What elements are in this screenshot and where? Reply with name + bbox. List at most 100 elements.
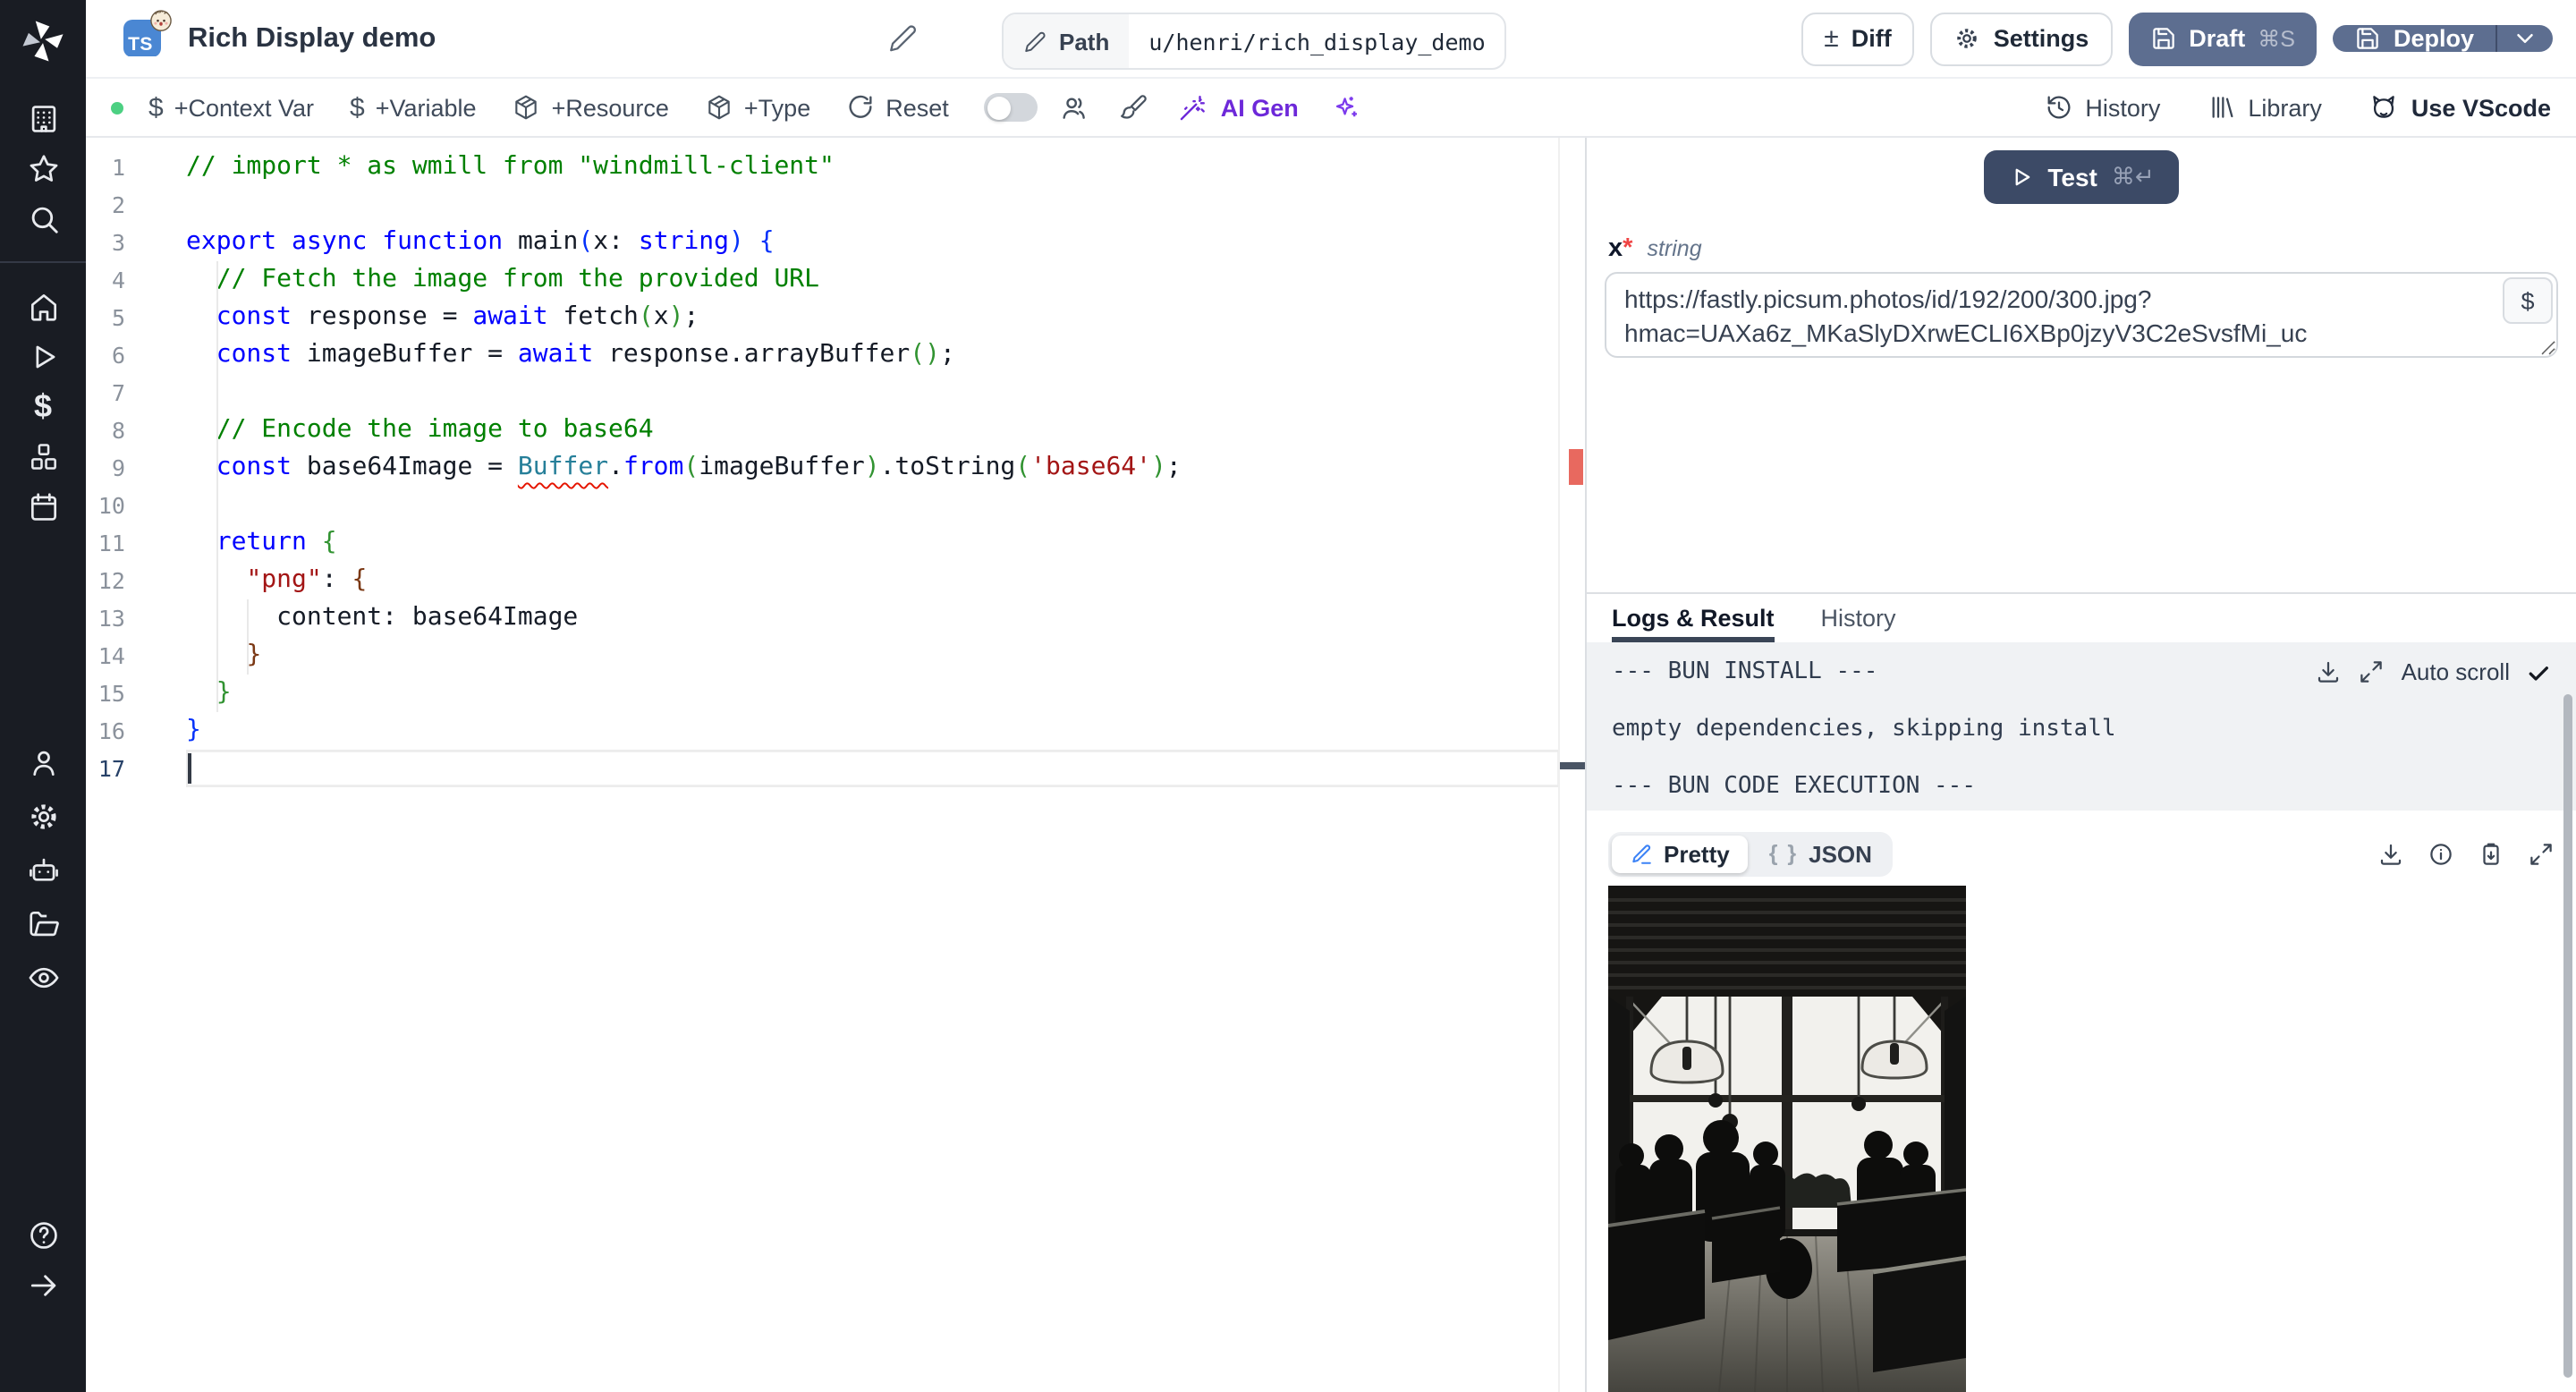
sidebar-item-users[interactable] — [16, 736, 70, 790]
deploy-button[interactable]: Deploy — [2333, 25, 2496, 52]
dollar-icon: $ — [33, 387, 52, 423]
windmill-logo-icon[interactable] — [20, 18, 66, 64]
ai-gen-button[interactable]: AI Gen — [1178, 92, 1299, 123]
copy-result-button[interactable] — [2478, 840, 2504, 867]
view-mode-pretty[interactable]: Pretty — [1612, 835, 1748, 872]
test-shortcut: ⌘↵ — [2111, 163, 2155, 190]
line-content: export async function main(x: string) { — [186, 227, 775, 256]
sidebar-item-favorites[interactable] — [16, 143, 70, 193]
tab-logs-and-result[interactable]: Logs & Result — [1612, 594, 1775, 642]
sidebar-item-runs[interactable] — [16, 331, 70, 381]
tab-history[interactable]: History — [1821, 594, 1896, 642]
sidebar-item-home[interactable] — [16, 281, 70, 331]
code-line[interactable]: 16} — [86, 712, 1560, 750]
eye-icon — [28, 967, 58, 989]
sidebar-item-workspace[interactable] — [16, 93, 70, 143]
code-line[interactable]: 7 — [86, 374, 1560, 412]
line-content: } — [186, 716, 201, 744]
play-icon — [2014, 168, 2029, 186]
robot-icon — [29, 858, 57, 881]
sidebar-item-settings[interactable] — [16, 790, 70, 844]
add-resource-button[interactable]: +Resource — [513, 93, 669, 122]
deploy-split-button: Deploy — [2332, 25, 2553, 52]
panel-scrollbar[interactable] — [2563, 694, 2572, 1378]
code-line[interactable]: 1 // import * as wmill from "windmill-cli… — [86, 149, 1560, 186]
expand-result-button[interactable] — [2528, 840, 2555, 867]
path-label: Path — [1059, 28, 1110, 55]
header: TS Rich Display demo Path u/henri/rich_d… — [86, 0, 2576, 79]
language-status-dot — [111, 101, 123, 114]
code-line[interactable]: 10 — [86, 487, 1560, 524]
ai-sparkles-button[interactable] — [1331, 92, 1361, 123]
sidebar-item-workers[interactable] — [16, 844, 70, 897]
collaborators-button[interactable] — [1060, 92, 1090, 123]
diff-button[interactable]: ± Diff — [1801, 12, 1915, 65]
reset-button[interactable]: Reset — [846, 93, 949, 122]
sidebar-item-variables[interactable]: $ — [16, 381, 70, 431]
code-line[interactable]: 17 — [86, 750, 1560, 787]
add-type-button[interactable]: +Type — [705, 93, 810, 122]
add-variable-button[interactable]: $ +Variable — [350, 94, 477, 121]
sidebar-divider — [0, 261, 86, 263]
path-control[interactable]: Path u/henri/rich_display_demo — [1002, 13, 1507, 70]
maximize-icon — [2360, 661, 2383, 683]
view-mode-json[interactable]: { } JSON — [1751, 835, 1890, 872]
vscode-cat-icon — [2373, 95, 2394, 117]
result-info-button[interactable] — [2428, 840, 2454, 867]
draft-button[interactable]: Draft ⌘S — [2128, 12, 2317, 65]
line-content: } — [216, 678, 232, 707]
line-number: 1 — [111, 154, 125, 181]
run-panel: Test ⌘↵ x * string https://fastly.picsum.… — [1585, 138, 2576, 1392]
code-line[interactable]: 5 const response = await fetch(x); — [86, 299, 1560, 336]
line-content: content: base64Image — [186, 603, 579, 632]
code-line[interactable]: 14 } — [86, 637, 1560, 675]
calendar-icon — [30, 492, 56, 520]
settings-button[interactable]: Settings — [1930, 12, 2113, 65]
result-image[interactable] — [1608, 886, 1966, 1392]
paintbrush-icon — [1121, 94, 1148, 118]
sidebar: $ — [0, 0, 86, 1392]
add-context-var-button[interactable]: $ +Context Var — [148, 94, 314, 121]
format-code-button[interactable] — [1119, 92, 1149, 123]
code-line[interactable]: 13 content: base64Image — [86, 599, 1560, 637]
code-line[interactable]: 4 // Fetch the image from the provided U… — [86, 261, 1560, 299]
multiplayer-toggle[interactable] — [984, 93, 1038, 122]
edit-title-button[interactable] — [887, 23, 918, 54]
argument-input[interactable]: https://fastly.picsum.photos/id/192/200/… — [1605, 272, 2558, 358]
sidebar-item-resources[interactable] — [16, 431, 70, 481]
code-line[interactable]: 15 } — [86, 675, 1560, 712]
code-line[interactable]: 3 export async function main(x: string) { — [86, 224, 1560, 261]
code-line[interactable]: 9 const base64Image = Buffer.from(imageB… — [86, 449, 1560, 487]
log-panel[interactable]: --- BUN INSTALL --- empty dependencies, … — [1587, 642, 2576, 811]
code-editor[interactable]: 1 // import * as wmill from "windmill-cli… — [86, 138, 1585, 1392]
expand-logs-button[interactable] — [2359, 658, 2385, 685]
download-result-button[interactable] — [2377, 840, 2404, 867]
line-content — [186, 750, 1560, 787]
download-logs-button[interactable] — [2316, 658, 2343, 685]
library-button[interactable]: Library — [2207, 93, 2322, 122]
use-vscode-button[interactable]: Use VScode — [2368, 92, 2551, 123]
deploy-menu-button[interactable] — [2496, 25, 2553, 52]
sidebar-item-folders[interactable] — [16, 897, 70, 951]
code-line[interactable]: 8 // Encode the image to base64 — [86, 412, 1560, 449]
result-tabs: Logs & Result History — [1587, 592, 2576, 642]
boxes-icon — [30, 443, 55, 469]
test-button[interactable]: Test ⌘↵ — [1983, 150, 2180, 204]
check-icon[interactable] — [2526, 659, 2551, 684]
sidebar-item-expand[interactable] — [16, 1260, 70, 1310]
language-badge: TS — [123, 9, 172, 58]
overview-ruler[interactable] — [1558, 138, 1585, 1392]
draft-shortcut: ⌘S — [2258, 27, 2295, 52]
pencil-icon — [1025, 30, 1046, 52]
sidebar-item-help[interactable] — [16, 1210, 70, 1260]
insert-variable-button[interactable]: $ — [2503, 277, 2553, 324]
history-button[interactable]: History — [2044, 93, 2160, 122]
line-content: const imageBuffer = await response.array… — [216, 340, 955, 369]
code-line[interactable]: 6 const imageBuffer = await response.arr… — [86, 336, 1560, 374]
code-line[interactable]: 12 "png": { — [86, 562, 1560, 599]
sidebar-item-schedules[interactable] — [16, 481, 70, 531]
code-line[interactable]: 2 — [86, 186, 1560, 224]
code-line[interactable]: 11 return { — [86, 524, 1560, 562]
sidebar-item-search[interactable] — [16, 193, 70, 243]
sidebar-item-audit-logs[interactable] — [16, 951, 70, 1005]
